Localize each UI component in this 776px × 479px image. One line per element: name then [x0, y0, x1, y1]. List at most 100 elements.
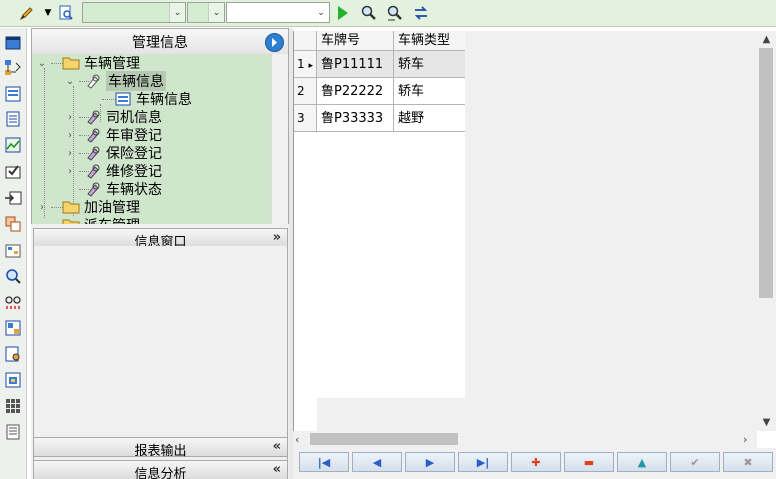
column-header-plate[interactable]: 车牌号	[317, 31, 394, 51]
tree-node-label: 年审登记	[106, 128, 162, 144]
expander-icon[interactable]: ›	[36, 202, 48, 213]
management-panel: 管理信息 ⌄ 车辆管理 ⌄ 车辆信息 车辆信息 › 司机信息 › 年审登记 › …	[31, 28, 289, 479]
tree-link-icon[interactable]	[3, 58, 23, 78]
window-icon[interactable]	[3, 33, 23, 53]
form-icon[interactable]	[3, 84, 23, 104]
preview-icon[interactable]	[57, 3, 75, 23]
chevron-up-icon[interactable]: ▲	[757, 31, 776, 48]
folder-icon	[62, 199, 80, 215]
cell-plate[interactable]: 鲁P22222	[317, 78, 394, 105]
grid-empty-area	[317, 398, 758, 431]
first-record-button[interactable]: |◀	[299, 452, 349, 472]
expander-icon[interactable]: ⌄	[36, 58, 48, 69]
tree-node-vehicle-management[interactable]: ⌄ 车辆管理	[36, 54, 140, 72]
scroll-thumb[interactable]	[310, 433, 458, 445]
grid-vertical-scrollbar[interactable]: ▲ ▼	[757, 31, 776, 431]
edit-record-button[interactable]: ▲	[617, 452, 667, 472]
main-toolbar: ▼ ⌄ ⌄ ⌄	[0, 0, 776, 27]
dropdown-caret-icon[interactable]: ▼	[42, 3, 54, 23]
edit-icon: ▲	[637, 455, 647, 469]
tree-scrollbar[interactable]	[271, 54, 288, 224]
chevron-down-icon[interactable]: ▼	[757, 414, 776, 431]
tree-node-label: 维修登记	[106, 164, 162, 180]
tree-node-annual-inspection[interactable]: › 年审登记	[64, 126, 162, 144]
pencil-icon[interactable]	[18, 3, 36, 23]
row-indicator[interactable]: 1 ▸	[294, 51, 317, 78]
info-window-header[interactable]: 信息窗口 »	[33, 228, 288, 250]
chevron-down-double-icon[interactable]: »	[273, 230, 281, 245]
grid-horizontal-scrollbar[interactable]: ‹ ›	[293, 431, 757, 448]
tree-node-dispatch-management[interactable]: 派车管理	[36, 216, 140, 224]
chevron-right-icon[interactable]: ›	[743, 431, 757, 448]
run-icon[interactable]	[336, 3, 350, 23]
table-chart-icon[interactable]	[3, 370, 23, 390]
cell-type[interactable]: 轿车	[394, 78, 465, 105]
tree-node-label: 派车管理	[84, 215, 140, 224]
chart-icon[interactable]	[3, 135, 23, 155]
tree-node-insurance[interactable]: › 保险登记	[64, 144, 162, 162]
search-users-icon[interactable]	[3, 266, 23, 286]
cancel-record-button[interactable]: ✖	[723, 452, 773, 472]
tree-node-vehicle-status[interactable]: 车辆状态	[64, 180, 162, 198]
tool-icon	[84, 73, 102, 89]
expander-icon[interactable]: ›	[64, 112, 76, 123]
expander-icon[interactable]: ⌄	[64, 76, 76, 87]
report-icon[interactable]	[3, 318, 23, 338]
refresh-swap-icon[interactable]	[412, 3, 430, 23]
chevron-up-double-icon[interactable]: «	[273, 439, 281, 454]
filter-combo-3[interactable]: ⌄	[226, 2, 330, 23]
settings-icon[interactable]	[3, 240, 23, 260]
folder-icon	[62, 217, 80, 224]
binoculars-icon[interactable]	[3, 292, 23, 312]
next-record-button[interactable]: ▶	[405, 452, 455, 472]
insert-record-button[interactable]: ✚	[511, 452, 561, 472]
tree-node-vehicle-info[interactable]: ⌄ 车辆信息	[64, 71, 166, 91]
report-output-header[interactable]: 报表输出 «	[33, 437, 288, 459]
row-indicator[interactable]: 3	[294, 105, 317, 132]
report-view-icon[interactable]	[3, 344, 23, 364]
cell-type[interactable]: 越野	[394, 105, 465, 132]
chevron-down-icon[interactable]: ⌄	[313, 3, 329, 22]
document-icon[interactable]	[3, 109, 23, 129]
expander-icon[interactable]: ›	[64, 148, 76, 159]
checkbox-envelope-icon[interactable]	[3, 161, 23, 181]
row-indicator[interactable]: 2	[294, 78, 317, 105]
search-icon[interactable]	[360, 3, 378, 23]
tree-node-label: 车辆信息	[136, 92, 192, 108]
navigation-tree: ⌄ 车辆管理 ⌄ 车辆信息 车辆信息 › 司机信息 › 年审登记 › 保险登记	[31, 54, 289, 224]
chevron-right-icon	[272, 38, 277, 47]
chevron-left-icon[interactable]: ‹	[295, 431, 309, 448]
cell-plate[interactable]: 鲁P11111	[317, 51, 394, 78]
grid-icon[interactable]	[3, 214, 23, 234]
info-analysis-header[interactable]: 信息分析 «	[33, 460, 288, 479]
search-filter-icon[interactable]	[386, 3, 404, 23]
tree-node-refuel-management[interactable]: › 加油管理	[36, 198, 140, 216]
prior-record-button[interactable]: ◀	[352, 452, 402, 472]
tree-node-label: 司机信息	[106, 110, 162, 126]
list-icon[interactable]	[3, 422, 23, 442]
last-icon: ▶|	[476, 455, 490, 469]
tree-node-vehicle-info-form[interactable]: 车辆信息	[102, 90, 192, 108]
expander-icon[interactable]: ›	[64, 130, 76, 141]
first-icon: |◀	[317, 455, 331, 469]
info-analysis-title: 信息分析	[134, 467, 187, 479]
chevron-down-icon[interactable]: ⌄	[208, 3, 224, 22]
last-record-button[interactable]: ▶|	[458, 452, 508, 472]
tree-node-driver-info[interactable]: › 司机信息	[64, 108, 162, 126]
chevron-down-icon[interactable]: ⌄	[169, 3, 185, 22]
scroll-thumb[interactable]	[759, 48, 773, 298]
filter-combo-1[interactable]: ⌄	[82, 2, 186, 23]
chevron-up-double-icon[interactable]: «	[273, 462, 281, 477]
cell-plate[interactable]: 鲁P33333	[317, 105, 394, 132]
export-icon[interactable]	[3, 188, 23, 208]
current-row-icon: ▸	[308, 61, 313, 71]
collapse-panel-button[interactable]	[265, 33, 284, 52]
tree-node-repair[interactable]: › 维修登记	[64, 162, 162, 180]
apps-grid-icon[interactable]	[3, 396, 23, 416]
cell-type[interactable]: 轿车	[394, 51, 465, 78]
post-record-button[interactable]: ✔	[670, 452, 720, 472]
filter-combo-2[interactable]: ⌄	[187, 2, 225, 23]
column-header-type[interactable]: 车辆类型	[394, 31, 465, 51]
delete-record-button[interactable]: ▬	[564, 452, 614, 472]
expander-icon[interactable]: ›	[64, 166, 76, 177]
